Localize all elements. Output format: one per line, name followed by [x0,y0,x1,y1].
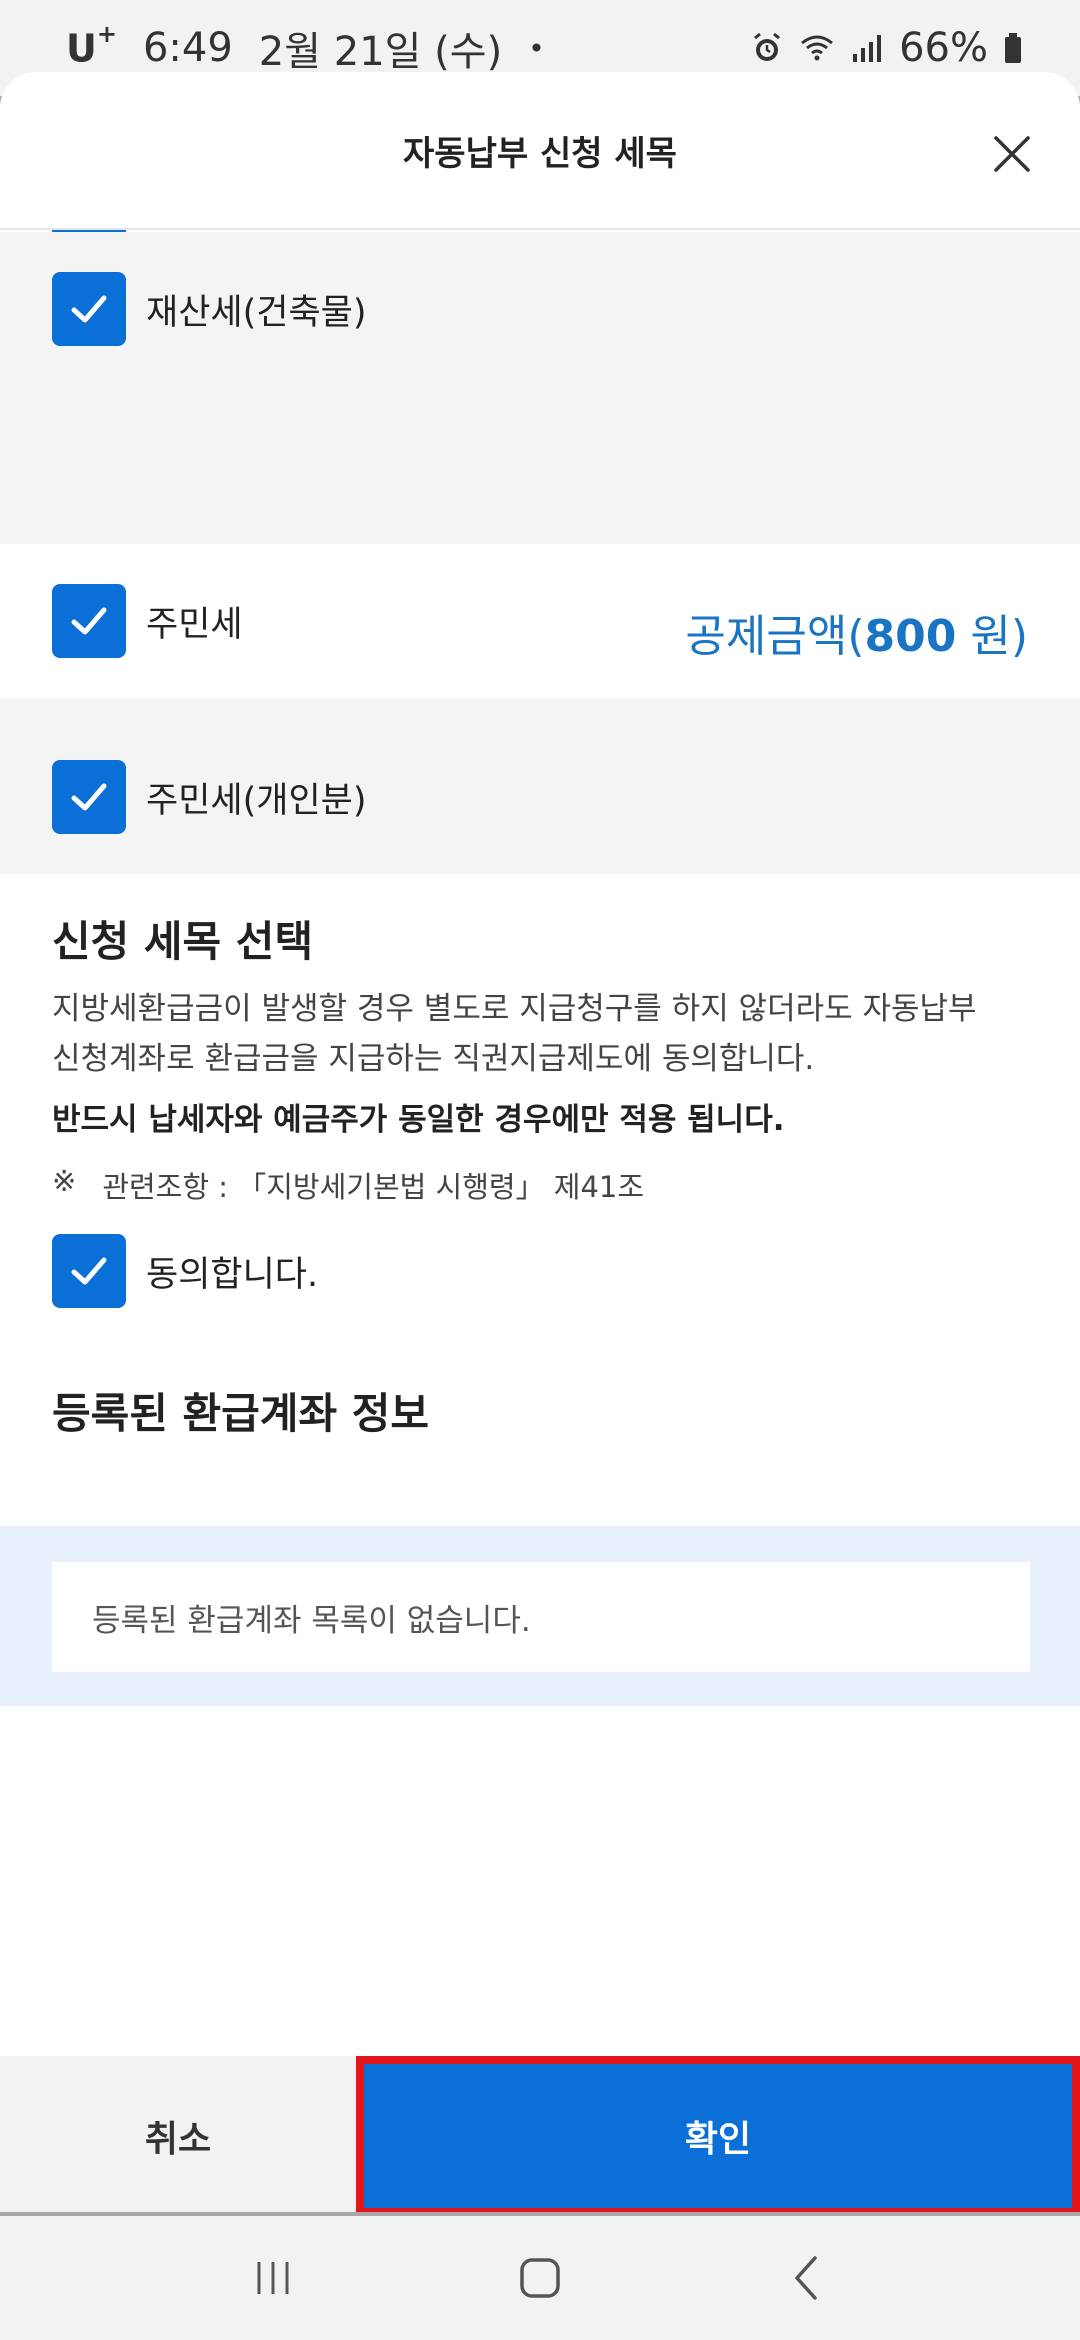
cancel-button[interactable]: 취소 [0,2056,356,2212]
status-time: 6:49 [142,25,233,71]
carrier-label: U+ [66,19,117,71]
tax-item-label: 주민세(개인분) [146,780,367,821]
checkmark-icon [71,607,107,635]
bottom-action-bar: 취소 확인 [0,2056,1080,2212]
tax-item-property-building[interactable]: 재산세(건축물) [52,272,367,346]
confirm-button[interactable]: 확인 [364,2064,1072,2208]
home-icon [520,2258,560,2298]
battery-percent: 66% [899,25,988,71]
reference-text: 관련조항 : 「지방세기본법 시행령」 제41조 [102,1170,645,1204]
status-left: U+ 6:49 2월 21일 (수) • [66,19,545,77]
deduction-amount: 공제금액(800 원) [685,611,1028,662]
checkmark-icon [71,783,107,811]
system-nav-bar [0,2216,1080,2340]
select-section-heading: 신청 세목 선택 [52,917,314,966]
consent-paragraph-line: 신청계좌로 환급금을 지급하는 직권지급제도에 동의합니다. [52,1041,815,1077]
tax-item-resident-personal[interactable]: 주민세(개인분) [52,760,367,834]
sheet-title: 자동납부 신청 세목 [403,133,677,174]
wifi-icon [799,30,835,66]
consent-paragraph: 지방세환급금이 발생할 경우 별도로 지급청구를 하지 않더라도 자동납부 신청… [52,984,1032,1084]
status-date: 2월 21일 (수) [258,29,503,75]
status-right: 66% [749,25,1024,71]
battery-icon [1002,30,1024,66]
close-icon [994,136,1030,172]
agree-checkbox[interactable] [52,1234,126,1308]
status-dot: • [528,31,545,65]
back-icon [794,2256,817,2300]
checkbox-checked[interactable] [52,760,126,834]
home-button[interactable] [510,2248,570,2308]
recent-apps-button[interactable] [243,2248,303,2308]
consent-bold-note: 반드시 납세자와 예금주가 동일한 경우에만 적용 됩니다. [52,1102,785,1138]
alarm-icon [749,30,785,66]
legal-reference: ※ 관련조항 : 「지방세기본법 시행령」 제41조 [52,1164,644,1206]
account-list-area: 등록된 환급계좌 목록이 없습니다. [0,1526,1080,1706]
close-button[interactable] [988,130,1036,178]
back-button[interactable] [777,2248,837,2308]
agree-checkbox-row[interactable]: 동의합니다. [52,1234,318,1308]
sheet-header: 자동납부 신청 세목 [0,72,1080,230]
consent-paragraph-line: 지방세환급금이 발생할 경우 별도로 지급청구를 하지 않더라도 자동납부 [52,991,977,1027]
signal-icon [849,30,885,66]
checkbox-checked[interactable] [52,584,126,658]
bottom-sheet: 자동납부 신청 세목 재산세(건축물) 주민세 공제금액(800 원) 주민세(… [0,72,1080,2212]
agree-label: 동의합니다. [146,1254,319,1295]
checkbox-checked[interactable] [52,272,126,346]
tax-item-resident[interactable]: 주민세 [52,584,243,658]
checkmark-icon [71,295,107,323]
recent-apps-icon [257,2262,289,2294]
account-empty-message: 등록된 환급계좌 목록이 없습니다. [52,1562,1030,1672]
tax-item-label: 재산세(건축물) [146,292,367,333]
tax-item-label: 주민세 [146,604,243,645]
sheet-content[interactable]: 재산세(건축물) 주민세 공제금액(800 원) 주민세(개인분) 신청 세목 … [0,206,1080,2130]
reference-mark: ※ [52,1164,77,1198]
checkmark-icon [71,1257,107,1285]
confirm-highlight: 확인 [356,2056,1080,2212]
account-section-heading: 등록된 환급계좌 정보 [52,1389,430,1438]
